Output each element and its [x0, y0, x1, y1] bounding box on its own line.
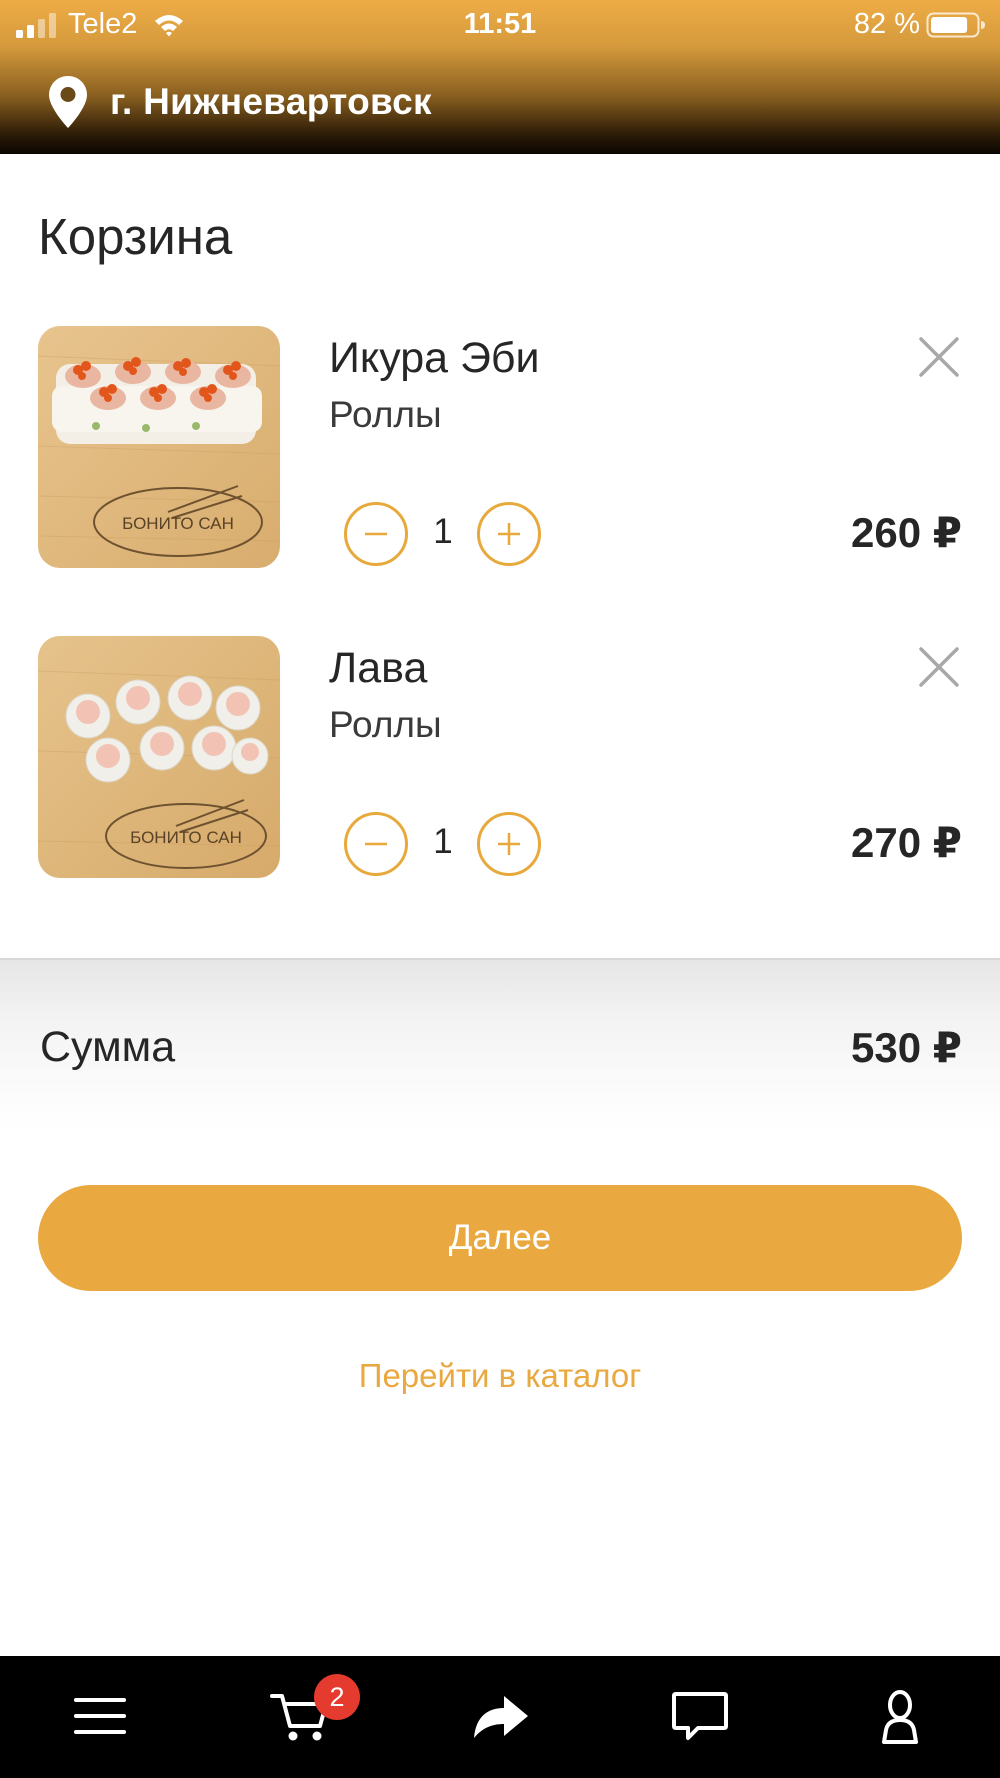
- go-to-catalog-link[interactable]: Перейти в каталог: [0, 1357, 1000, 1395]
- page-title: Корзина: [38, 208, 233, 265]
- sum-value: 530 ₽: [851, 1024, 962, 1071]
- minus-icon: [365, 532, 387, 536]
- profile-icon: [882, 1690, 918, 1744]
- decrease-quantity-button[interactable]: [344, 502, 408, 566]
- product-category: Роллы: [329, 704, 442, 745]
- cart-count-badge: 2: [314, 1674, 360, 1720]
- product-category: Роллы: [329, 394, 442, 435]
- tab-cart[interactable]: 2: [240, 1656, 360, 1778]
- product-image[interactable]: БОНИТО САН: [38, 326, 280, 568]
- plus-icon: [498, 833, 520, 855]
- bottom-tab-bar: 2: [0, 1656, 1000, 1778]
- battery-percent: 82 %: [853, 8, 920, 40]
- next-button[interactable]: Далее: [38, 1185, 962, 1291]
- quantity-value: 1: [433, 822, 453, 861]
- city-name: г. Нижневартовск: [110, 81, 432, 122]
- product-name[interactable]: Икура Эби: [329, 334, 540, 383]
- remove-item-button[interactable]: [916, 644, 962, 690]
- menu-icon: [74, 1698, 126, 1734]
- tab-share[interactable]: [440, 1656, 560, 1778]
- location-pin-icon: [49, 76, 87, 128]
- battery-icon: [926, 12, 985, 38]
- tab-profile[interactable]: [840, 1656, 960, 1778]
- product-image[interactable]: БОНИТО САН: [38, 636, 280, 878]
- chat-icon: [672, 1692, 728, 1740]
- minus-icon: [365, 842, 387, 846]
- increase-quantity-button[interactable]: [477, 812, 541, 876]
- product-logo-text: БОНИТО САН: [130, 828, 242, 847]
- product-name[interactable]: Лава: [329, 644, 427, 693]
- cart-item: БОНИТО САН Икура Эби Роллы 1 260 ₽: [0, 326, 1000, 576]
- tab-menu[interactable]: [40, 1656, 160, 1778]
- plus-icon: [498, 523, 520, 545]
- share-icon: [474, 1696, 528, 1738]
- status-bar: Tele2 11:51 82 %: [0, 0, 1000, 52]
- sum-label: Сумма: [40, 1023, 176, 1071]
- location-selector[interactable]: г. Нижневартовск: [48, 74, 432, 130]
- product-price: 260 ₽: [851, 509, 962, 556]
- remove-item-button[interactable]: [916, 334, 962, 380]
- decrease-quantity-button[interactable]: [344, 812, 408, 876]
- quantity-value: 1: [433, 512, 453, 551]
- increase-quantity-button[interactable]: [477, 502, 541, 566]
- tab-chat[interactable]: [640, 1656, 760, 1778]
- product-price: 270 ₽: [851, 819, 962, 866]
- product-logo-text: БОНИТО САН: [122, 514, 234, 533]
- cart-item: БОНИТО САН Лава Роллы 1 270 ₽: [0, 636, 1000, 886]
- app-header: Tele2 11:51 82 % г. Нижневартовск: [0, 0, 1000, 154]
- clock: 11:51: [463, 8, 537, 40]
